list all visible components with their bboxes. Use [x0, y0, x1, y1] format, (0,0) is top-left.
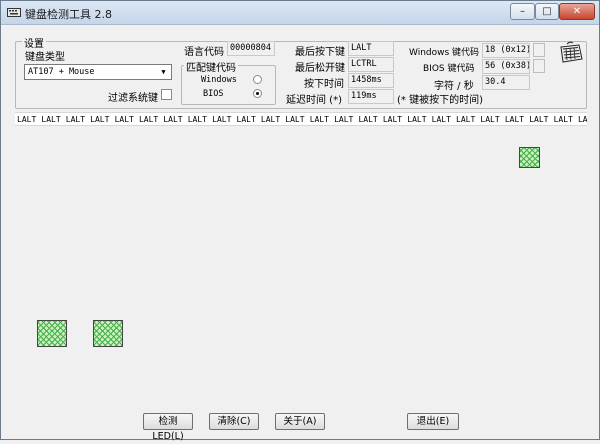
title-bar[interactable]: 键盘检测工具 2.8 – □ ✕ [1, 1, 599, 25]
bios-code-label: BIOS 键代码 [423, 64, 475, 74]
history-key-entry: LALT [334, 115, 354, 124]
bios-code-value: 56 (0x38) [482, 59, 530, 74]
history-key-entry: LALT [553, 115, 573, 124]
history-key-entry: LALT [212, 115, 232, 124]
history-key-entry: LALT [90, 115, 110, 124]
history-key-entry: LALT [480, 115, 500, 124]
keyboard-type-label: 键盘类型 [25, 52, 65, 63]
match-code-group-title: 匹配键代码 [184, 59, 238, 74]
chevron-down-icon[interactable]: ▼ [157, 66, 170, 78]
pressed-key-marker [93, 320, 123, 347]
history-key-entry: LALT [17, 115, 37, 124]
language-code-label: 语言代码 [184, 47, 224, 58]
windows-code-indicator [533, 43, 545, 57]
filter-system-keys-checkbox[interactable] [161, 89, 172, 100]
delay-note: (* 键被按下的时间) [397, 95, 483, 106]
window-title: 键盘检测工具 2.8 [25, 8, 112, 21]
history-key-entry: LALT [114, 115, 134, 124]
history-key-entry: LALT [529, 115, 549, 124]
filter-system-keys-label: 过滤系统键 [108, 93, 158, 104]
keyboard-type-select[interactable]: AT107 + Mouse ▼ [24, 64, 172, 80]
radio-windows-label: Windows [201, 75, 237, 85]
rate-value: 30.4 [482, 75, 530, 90]
close-button[interactable]: ✕ [559, 3, 595, 20]
history-key-entry: LALT [504, 115, 525, 124]
history-key-entry: LALT [260, 115, 281, 124]
history-key-entry: LALT [163, 115, 183, 124]
detect-led-button[interactable]: 检测LED(L) [143, 413, 193, 442]
key-history-strip: LALT LALT LALT LALT LALT LALT LALT LALT LALT LALT… [15, 112, 587, 126]
history-key-entry: LALT [456, 115, 476, 124]
history-key-entry: LALT [309, 115, 329, 124]
last-down-label: 最后按下键 [295, 47, 345, 58]
language-code-value: 00000804 [227, 41, 275, 56]
history-key-entry: LALT [431, 115, 451, 124]
keyboard-type-value: AT107 + Mouse [28, 67, 95, 77]
radio-bios[interactable] [253, 89, 262, 98]
history-key-entry: LALT [382, 115, 403, 124]
maximize-button[interactable]: □ [535, 3, 559, 20]
history-key-entry: LALT [187, 115, 207, 124]
exit-button[interactable]: 退出(E) [407, 413, 459, 430]
press-time-value: 1458ms [348, 73, 394, 88]
history-key-entry: LA [577, 115, 587, 124]
match-code-groupbox: 匹配键代码 [181, 59, 276, 105]
history-key-entry: LALT [65, 115, 86, 124]
app-window: 键盘检测工具 2.8 – □ ✕ 设置 键盘类型 AT107 + Mouse ▼… [0, 0, 600, 442]
history-key-entry: LALT [236, 115, 256, 124]
pressed-key-marker [37, 320, 67, 347]
minimize-button[interactable]: – [510, 3, 535, 20]
keyboard-icon [560, 41, 583, 63]
history-key-entry: LALT [358, 115, 378, 124]
windows-code-value: 18 (0x12) [482, 43, 530, 58]
pressed-key-marker [519, 147, 540, 168]
press-time-label: 按下时间 [304, 79, 344, 90]
radio-bios-label: BIOS [203, 89, 224, 99]
clear-button[interactable]: 清除(C) [209, 413, 259, 430]
windows-code-label: Windows 键代码 [409, 48, 480, 58]
last-down-value: LALT [348, 41, 394, 56]
delay-time-value: 119ms [348, 89, 394, 104]
last-up-label: 最后松开键 [295, 63, 345, 74]
delay-time-label: 延迟时间 (*) [286, 95, 342, 106]
last-up-value: LCTRL [348, 57, 394, 72]
radio-windows[interactable] [253, 75, 262, 84]
about-button[interactable]: 关于(A) [275, 413, 325, 430]
history-key-entry: LALT [41, 115, 61, 124]
bios-code-indicator [533, 59, 545, 73]
key-visualization-area [15, 127, 587, 407]
keyboard-app-icon [7, 8, 21, 17]
history-key-entry: LALT [407, 115, 427, 124]
history-key-entry: LALT [285, 115, 305, 124]
rate-label: 字符 / 秒 [434, 81, 474, 92]
history-key-entry: LALT [138, 115, 159, 124]
